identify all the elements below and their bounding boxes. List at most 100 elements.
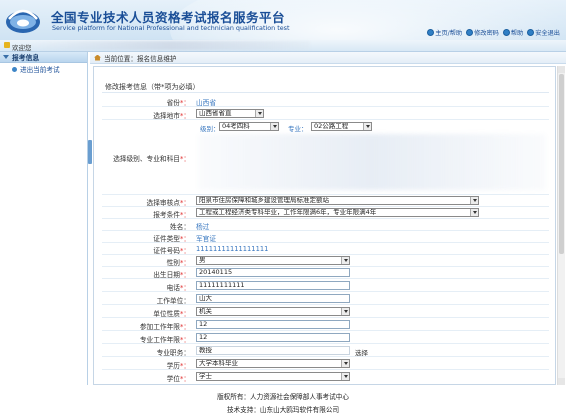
home-link-label: 主页/帮助: [435, 30, 463, 37]
home-icon: [94, 54, 101, 61]
key-icon: [466, 29, 474, 36]
dropdown-arrow-icon: [270, 123, 278, 130]
work-years-input[interactable]: 12: [196, 320, 350, 329]
row-unit-type: 单位性质*： 机关: [102, 305, 549, 318]
change-password-label: 修改密码: [474, 30, 499, 37]
id-type-label: 证件类型*：: [153, 235, 190, 243]
pro-years-input[interactable]: 12: [196, 333, 350, 342]
bullet-icon: [12, 66, 17, 72]
phone-input[interactable]: 11111111111: [196, 281, 350, 290]
help-link[interactable]: 帮助: [502, 28, 524, 37]
redacted-subjects: [198, 134, 546, 190]
dropdown-arrow-icon: [341, 373, 349, 380]
row-exam-site: 选择审核点*： 阳泉市住房保障和城乡建设管理局标准定额站: [102, 195, 549, 207]
level-label: 级别：: [200, 125, 220, 133]
dropdown-arrow-icon: [255, 110, 263, 117]
birth-date-label: 出生日期*：: [153, 271, 190, 279]
row-condition: 报考条件*： 工程或工程经济类专科毕业，工作年限满6年，专业年限满4年: [102, 207, 549, 219]
sidebar-section-header[interactable]: 报考信息: [0, 52, 87, 63]
collapse-arrow-icon: [3, 55, 9, 59]
dropdown-arrow-icon: [341, 360, 349, 367]
row-degree: 学位*： 学士: [102, 370, 549, 383]
logout-label: 安全退出: [535, 30, 560, 37]
id-number-value: 11111111111111111: [196, 245, 269, 253]
sidebar-item-label: 进出当前考试: [20, 66, 60, 74]
row-phone: 电话*： 11111111111: [102, 279, 549, 292]
footer-support: 技术支持：山东山大鸥玛软件有限公司: [226, 406, 340, 414]
sidebar-toggle-handle[interactable]: [88, 140, 92, 164]
breadcrumb-text: 当前位置：报名信息维护: [104, 54, 177, 63]
dropdown-arrow-icon: [470, 209, 478, 216]
row-id-number: 证件号码*： 11111111111111111: [102, 243, 549, 255]
province-label: 省份*：: [166, 99, 190, 107]
city-select[interactable]: 山西省省直: [196, 109, 264, 118]
top-links: 主页/帮助 修改密码 帮助 安全退出: [427, 28, 560, 37]
footer-copyright: 版权所有：人力资源社会保障部人事考试中心: [217, 393, 349, 401]
major-label: 专业：: [288, 125, 308, 133]
row-education: 学历*： 大学本科毕业: [102, 357, 549, 370]
condition-select[interactable]: 工程或工程经济类专科毕业，工作年限满6年，专业年限满4年: [196, 208, 479, 217]
logout-link[interactable]: 安全退出: [527, 28, 560, 37]
pro-title-input[interactable]: 教授: [196, 346, 350, 355]
vertical-scrollbar[interactable]: [557, 66, 565, 385]
help-icon: [502, 29, 510, 36]
row-birth-date: 出生日期*： 20140115: [102, 267, 549, 279]
degree-label: 学位*：: [166, 375, 190, 383]
phone-label: 电话*：: [166, 284, 190, 292]
row-level-major: 选择级别、专业和科目*： 级别： 04考四科 专业： 02公路工程: [102, 120, 549, 195]
sidebar-item-exit-exam[interactable]: 进出当前考试: [0, 63, 87, 75]
row-workplace: 工作单位： 山大: [102, 292, 549, 305]
welcome-text: 欢迎您: [12, 44, 32, 52]
row-name: 姓名： 杨过: [102, 219, 549, 231]
divider: [102, 92, 549, 93]
dropdown-arrow-icon: [470, 197, 478, 204]
row-pro-years: 专业工作年限*： 12: [102, 331, 549, 344]
form-panel: 修改报考信息（带*项为必填） 省份*： 山西省 选择地市*： 山西省省直 选择级…: [93, 66, 556, 385]
row-id-type: 证件类型*： 军官证: [102, 231, 549, 243]
gender-select[interactable]: 男: [196, 256, 350, 265]
condition-label: 报考条件*：: [153, 211, 190, 219]
form-title: 修改报考信息（带*项为必填）: [105, 83, 200, 91]
breadcrumb: 当前位置：报名信息维护: [90, 52, 566, 64]
major-select[interactable]: 02公路工程: [311, 122, 372, 131]
change-password-link[interactable]: 修改密码: [466, 28, 499, 37]
city-label: 选择地市*：: [153, 112, 190, 120]
page-subtitle: Service platform for National Profession…: [52, 24, 290, 32]
level-select[interactable]: 04考四科: [219, 122, 279, 131]
id-type-value: 军官证: [196, 235, 217, 243]
unit-type-label: 单位性质*：: [153, 310, 190, 318]
degree-select[interactable]: 学士: [196, 372, 350, 381]
select-link[interactable]: 选择: [355, 347, 368, 357]
education-label: 学历*：: [166, 362, 190, 370]
platform-logo-icon: [6, 9, 40, 33]
row-province: 省份*： 山西省: [102, 95, 549, 107]
unit-type-select[interactable]: 机关: [196, 307, 350, 316]
home-icon: [427, 29, 435, 36]
row-gender: 性别*： 男: [102, 255, 549, 267]
scroll-down-arrow-icon[interactable]: [558, 378, 565, 385]
work-years-label: 参加工作年限*：: [139, 323, 190, 331]
exit-icon: [527, 29, 535, 36]
education-select[interactable]: 大学本科毕业: [196, 359, 350, 368]
row-city: 选择地市*： 山西省省直: [102, 107, 549, 120]
gender-label: 性别*：: [166, 259, 190, 267]
pro-years-label: 专业工作年限*：: [139, 336, 190, 344]
home-link[interactable]: 主页/帮助: [427, 28, 462, 37]
workplace-input[interactable]: 山大: [196, 294, 350, 303]
pro-title-label: 专业职务：: [156, 349, 190, 357]
welcome-bar: 欢迎您: [0, 40, 566, 52]
scroll-thumb[interactable]: [559, 74, 564, 254]
exam-site-select[interactable]: 阳泉市住房保障和城乡建设管理局标准定额站: [196, 196, 479, 205]
sidebar-section-label: 报考信息: [12, 54, 40, 62]
dropdown-arrow-icon: [363, 123, 371, 130]
row-pro-title: 专业职务： 教授 选择: [102, 344, 549, 357]
user-icon: [4, 42, 10, 48]
level-major-label: 选择级别、专业和科目*：: [113, 155, 190, 163]
workplace-label: 工作单位：: [156, 297, 190, 305]
birth-date-input[interactable]: 20140115: [196, 268, 350, 277]
help-label: 帮助: [510, 30, 524, 37]
sidebar: 报考信息 进出当前考试: [0, 52, 88, 385]
scroll-up-arrow-icon[interactable]: [558, 66, 565, 73]
name-value: 杨过: [196, 223, 210, 231]
name-label: 姓名：: [169, 223, 190, 231]
